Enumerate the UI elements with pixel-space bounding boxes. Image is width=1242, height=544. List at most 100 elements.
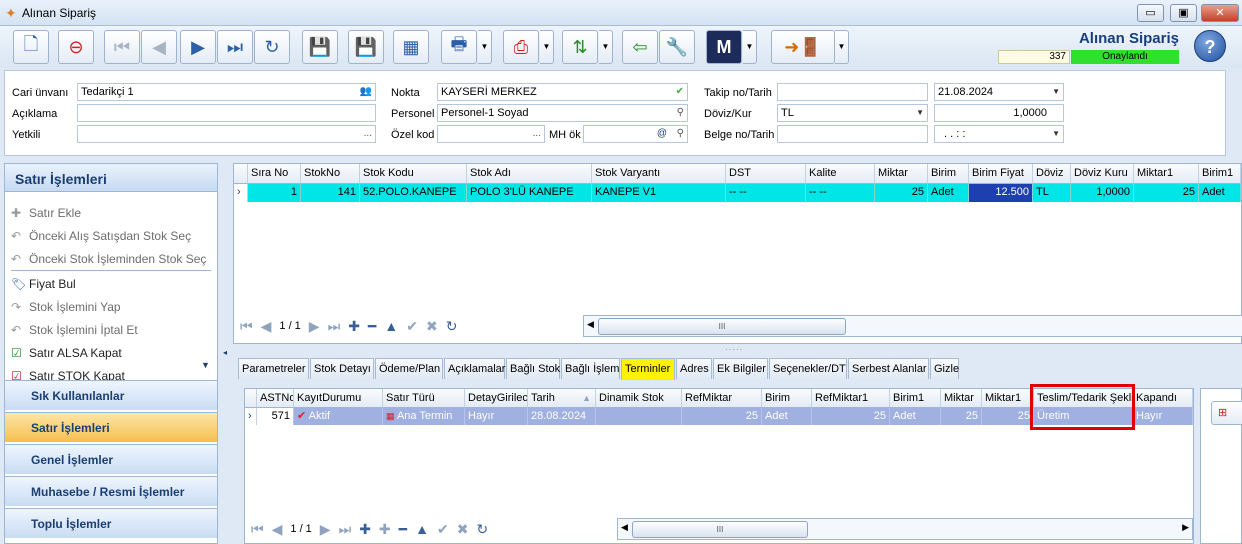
table-cell[interactable]: 25 [875, 184, 928, 202]
prev-page-icon[interactable]: ◀ [261, 318, 272, 335]
preview-button[interactable]: ▦ [393, 30, 429, 64]
close-button[interactable]: ✕ [1201, 4, 1239, 22]
tab-stok-detayi[interactable]: Stok Detayı [310, 358, 374, 379]
confirm-icon[interactable]: ✔ [437, 521, 449, 538]
cancel-icon[interactable]: ✖ [426, 318, 438, 335]
save-close-button[interactable]: 💾 [348, 30, 384, 64]
sidebar-item-stok-islemini-yap[interactable]: ↷ Stok İşlemini Yap [11, 297, 121, 319]
col-header[interactable]: Birim Fiyat [969, 164, 1033, 184]
table-cell[interactable]: 25 [1134, 184, 1199, 202]
table-cell[interactable]: 141 [301, 184, 360, 202]
chevron-down-icon[interactable]: ▼ [916, 105, 924, 121]
table-cell[interactable]: TL [1033, 184, 1071, 202]
next-page-icon[interactable]: ▶ [320, 521, 331, 538]
col-header[interactable]: Döviz Kuru [1071, 164, 1134, 184]
refresh-icon[interactable]: ↻ [476, 521, 488, 538]
sidebar-item-onceki-stok[interactable]: ↶ Önceki Stok İşleminden Stok Seç [11, 249, 211, 271]
people-icon[interactable]: 👥 [360, 84, 372, 100]
search-icon[interactable]: ⚲ [677, 126, 684, 142]
col-header[interactable]: StokNo [301, 164, 360, 184]
table-cell[interactable]: Adet [762, 408, 812, 425]
col-header[interactable]: Miktar [941, 389, 982, 408]
exit-button[interactable]: ➜🚪 [771, 30, 835, 64]
sidebar-item-satir-ekle[interactable]: ✚ Satır Ekle [11, 203, 81, 225]
sidebar-item-fiyat-bul[interactable]: 🏷 Fiyat Bul [11, 274, 76, 296]
print-dropdown[interactable]: ▼ [478, 30, 492, 64]
table-cell[interactable]: Adet [1199, 184, 1241, 202]
col-header[interactable]: Kapandı [1133, 389, 1193, 408]
table-cell[interactable]: Adet [928, 184, 969, 202]
col-header[interactable]: Stok Adı [467, 164, 592, 184]
tab-bagli-stok[interactable]: Bağlı Stok [506, 358, 560, 379]
section-sik-kullanilanlar[interactable]: Sık Kullanılanlar [5, 380, 217, 410]
maximize-button[interactable]: ▣ [1170, 4, 1197, 22]
col-header[interactable]: Miktar1 [982, 389, 1034, 408]
m-module-dropdown[interactable]: ▼ [743, 30, 757, 64]
table-cell[interactable]: -- -- [806, 184, 875, 202]
refresh-button[interactable]: ↻ [254, 30, 290, 64]
tab-parametreler[interactable]: Parametreler [238, 358, 309, 379]
settings-button[interactable]: 🔧 [659, 30, 695, 64]
table-cell[interactable]: 1,0000 [1071, 184, 1134, 202]
table-cell[interactable]: 25 [682, 408, 762, 425]
col-header[interactable]: Birim [928, 164, 969, 184]
transfer-button[interactable]: ⇅ [562, 30, 598, 64]
section-toplu-islemler[interactable]: Toplu İşlemler [5, 508, 217, 538]
doviz-select[interactable]: TL ▼ [777, 104, 928, 122]
confirm-icon[interactable]: ✔ [406, 318, 418, 335]
table-cell[interactable]: Adet [890, 408, 941, 425]
prev-page-icon[interactable]: ◀ [272, 521, 283, 538]
table-cell[interactable]: -- -- [726, 184, 806, 202]
col-header[interactable]: Birim1 [1199, 164, 1241, 184]
nokta-field[interactable]: KAYSERİ MERKEZ ✔ [437, 83, 688, 101]
table-cell[interactable]: 25 [941, 408, 982, 425]
pdf-dropdown[interactable]: ▼ [540, 30, 554, 64]
cancel-icon[interactable]: ✖ [457, 521, 469, 538]
ellipsis-button[interactable]: ... [364, 126, 372, 142]
table-cell[interactable]: ✔ Aktif [294, 408, 383, 425]
new-record-button[interactable]: 🗋 [13, 30, 49, 64]
col-header[interactable]: Miktar [875, 164, 928, 184]
move-up-icon[interactable]: ▲ [415, 521, 429, 537]
ellipsis-button[interactable]: ... [533, 126, 541, 142]
table-cell-selected[interactable]: 12.500 [969, 184, 1033, 202]
sidebar-item-stok-iptal[interactable]: ↶ Stok İşlemini İptal Et [11, 320, 138, 342]
minimize-button[interactable]: ▭ [1137, 4, 1164, 22]
belge-no-field[interactable] [777, 125, 928, 143]
scroll-down-icon[interactable]: ▼ [201, 360, 210, 370]
add-row-icon[interactable]: ✚ [348, 318, 360, 335]
col-header[interactable]: DetayGirilec [465, 389, 528, 408]
col-header[interactable]: DST [726, 164, 806, 184]
chevron-down-icon[interactable]: ▼ [1052, 126, 1060, 142]
table-cell[interactable]: Hayır [465, 408, 528, 425]
col-header[interactable]: Stok Kodu [360, 164, 467, 184]
scroll-right-icon[interactable]: ▶ [1182, 522, 1189, 533]
print-button[interactable]: 🖶 [441, 30, 477, 64]
tab-gizle[interactable]: Gizle [930, 358, 959, 379]
section-genel-islemler[interactable]: Genel İşlemler [5, 444, 217, 474]
insert-row-icon[interactable]: ✚ [379, 521, 391, 538]
tab-secenekler[interactable]: Seçenekler/DT [769, 358, 847, 379]
col-header[interactable]: Tarih ▲ [528, 389, 596, 408]
sidebar-item-alsa-kapat[interactable]: ☑ Satır ALSA Kapat [11, 343, 122, 365]
export-button[interactable]: ⊞ [1211, 401, 1242, 425]
tab-aciklamalar[interactable]: Açıklamalar [444, 358, 505, 379]
cari-field[interactable]: Tedarikçi 1 👥 [77, 83, 376, 101]
table-cell[interactable]: POLO 3'LÜ KANEPE [467, 184, 592, 202]
table-cell[interactable]: 1 [248, 184, 301, 202]
previous-record-button[interactable]: ◀ [141, 30, 177, 64]
col-header[interactable]: Sıra No [248, 164, 301, 184]
scroll-left-icon[interactable]: ◀ [621, 522, 628, 533]
sidebar-item-onceki-alis[interactable]: ↶ Önceki Alış Satışdan Stok Seç [11, 226, 191, 248]
import-button[interactable]: ⇦ [622, 30, 658, 64]
next-page-icon[interactable]: ▶ [309, 318, 320, 335]
splitter-grip[interactable]: ····· [725, 345, 743, 354]
mhok-field[interactable]: @ ⚲ [583, 125, 688, 143]
chevron-down-icon[interactable]: ▼ [1052, 84, 1060, 100]
last-page-icon[interactable]: ⏭ [328, 318, 341, 335]
add-row-icon[interactable]: ✚ [359, 521, 371, 538]
pdf-export-button[interactable]: ⎙ [503, 30, 539, 64]
takip-no-field[interactable] [777, 83, 928, 101]
scroll-thumb[interactable]: III [598, 318, 846, 335]
aciklama-field[interactable] [77, 104, 376, 122]
